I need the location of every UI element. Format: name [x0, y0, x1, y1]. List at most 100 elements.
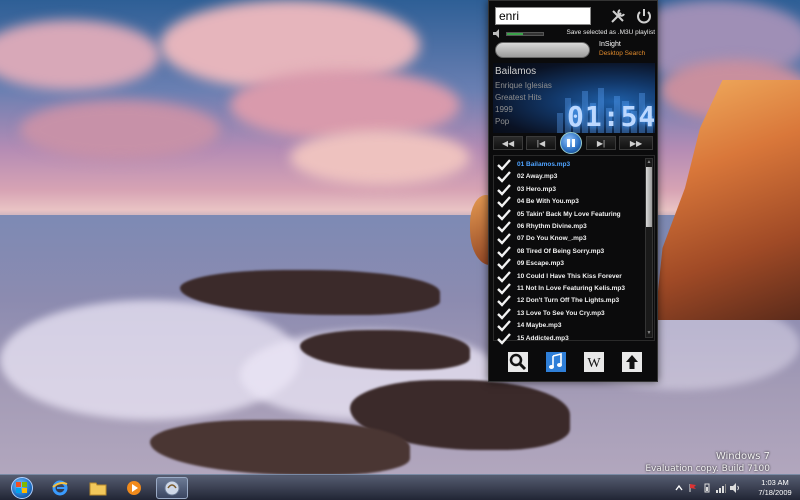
checkbox-checked-icon[interactable]: [497, 295, 511, 308]
playlist-item-label: 09 Escape.mp3: [517, 260, 564, 268]
playlist-scrollbar[interactable]: ▲ ▼: [645, 158, 653, 338]
battery-icon[interactable]: [702, 483, 712, 493]
checkbox-checked-icon[interactable]: [497, 171, 511, 184]
rewind-icon: ◀◀: [501, 138, 515, 148]
desktop-wallpaper: [0, 0, 800, 500]
save-playlist-link[interactable]: Save selected as .M3U playlist: [566, 29, 655, 36]
clock-time: 1:03 AM: [761, 478, 789, 487]
windows-watermark: Windows 7 Evaluation copy. Build 7100: [645, 451, 770, 475]
cloud: [290, 130, 470, 185]
music-player-gadget: Save selected as .M3U playlist InSight D…: [488, 0, 658, 382]
transport-controls: ◀◀ |◀ ▶| ▶▶: [493, 132, 655, 154]
playlist-item-label: 07 Do You Know_.mp3: [517, 235, 587, 243]
upload-button[interactable]: [621, 351, 643, 373]
speaker-icon[interactable]: [493, 29, 503, 38]
elapsed-time: 01:54: [567, 100, 655, 133]
pause-icon: [567, 139, 575, 147]
show-hidden-icons-icon[interactable]: [674, 483, 684, 493]
track-genre: Pop: [495, 117, 510, 126]
checkbox-checked-icon[interactable]: [497, 283, 511, 295]
cliff: [655, 80, 800, 320]
playlist-item-label: 13 Love To See You Cry.mp3: [517, 309, 605, 317]
track-year: 1999: [495, 105, 513, 114]
rewind-button[interactable]: ◀◀: [493, 136, 523, 150]
fast-forward-icon: ▶▶: [629, 138, 643, 148]
playlist-item-label: 05 Takin' Back My Love Featuring: [517, 210, 621, 218]
playlist-item[interactable]: 11 Not In Love Featuring Kelis.mp3: [496, 283, 646, 295]
checkbox-checked-icon[interactable]: [497, 245, 511, 258]
previous-button[interactable]: |◀: [526, 136, 556, 150]
power-icon[interactable]: [633, 6, 655, 26]
checkbox-checked-icon[interactable]: [497, 221, 511, 233]
wikipedia-icon: W: [584, 352, 604, 372]
playlist-item[interactable]: 13 Love To See You Cry.mp3: [496, 307, 646, 320]
cloud: [0, 20, 160, 90]
cloud: [230, 70, 460, 140]
playlist-item-label: 14 Maybe.mp3: [517, 322, 562, 330]
playlist-item[interactable]: 12 Don't Turn Off The Lights.mp3: [496, 295, 646, 308]
playlist-item-label: 10 Could I Have This Kiss Forever: [517, 272, 622, 280]
playlist-item[interactable]: 02 Away.mp3: [496, 171, 646, 184]
playlist-item-label: 03 Hero.mp3: [517, 185, 557, 193]
action-center-flag-icon[interactable]: [688, 483, 698, 493]
checkbox-checked-icon[interactable]: [497, 233, 511, 246]
start-button[interactable]: [2, 475, 42, 500]
wikipedia-button[interactable]: W: [583, 351, 605, 373]
checkbox-checked-icon[interactable]: [497, 307, 511, 320]
scroll-thumb[interactable]: [646, 167, 652, 227]
playlist-item[interactable]: 14 Maybe.mp3: [496, 320, 646, 332]
previous-icon: |◀: [536, 138, 546, 148]
taskbar-clock[interactable]: 1:03 AM 7/18/2009: [752, 478, 798, 498]
playlist-item-label: 06 Rhythm Divine.mp3: [517, 223, 587, 230]
search-button[interactable]: [507, 351, 529, 373]
volume-slider[interactable]: [506, 32, 544, 36]
pause-button[interactable]: [560, 132, 582, 154]
volume-icon[interactable]: [730, 483, 740, 493]
playlist-item[interactable]: 05 Takin' Back My Love Featuring: [496, 208, 646, 221]
checkbox-checked-icon[interactable]: [497, 196, 511, 208]
insight-search-field[interactable]: [495, 42, 590, 58]
playlist-item-label: 15 Addicted.mp3: [517, 334, 569, 342]
tools-icon[interactable]: [607, 6, 629, 26]
taskbar-file-explorer[interactable]: [82, 477, 114, 499]
music-library-button[interactable]: [545, 351, 567, 373]
checkbox-checked-icon[interactable]: [497, 270, 511, 283]
taskbar-internet-explorer[interactable]: [44, 477, 76, 499]
insight-desktop-search-link[interactable]: Desktop Search: [599, 50, 645, 57]
playlist-item[interactable]: 09 Escape.mp3: [496, 258, 646, 270]
checkbox-checked-icon[interactable]: [497, 183, 511, 196]
playlist-item[interactable]: 10 Could I Have This Kiss Forever: [496, 270, 646, 283]
checkbox-checked-icon[interactable]: [497, 332, 511, 345]
playlist-item[interactable]: 06 Rhythm Divine.mp3: [496, 221, 646, 233]
taskbar-gadget-app[interactable]: [156, 477, 188, 499]
media-player-icon: [127, 481, 141, 495]
fast-forward-button[interactable]: ▶▶: [619, 136, 653, 150]
playlist-item-label: 01 Bailamos.mp3: [517, 161, 571, 168]
scroll-up-icon[interactable]: ▲: [646, 159, 652, 166]
checkbox-checked-icon[interactable]: [497, 208, 511, 221]
internet-explorer-icon: [52, 480, 68, 496]
network-signal-icon[interactable]: [716, 483, 726, 493]
cloud: [20, 100, 220, 160]
playlist-item[interactable]: 07 Do You Know_.mp3: [496, 233, 646, 246]
playlist-item[interactable]: 15 Addicted.mp3: [496, 332, 646, 345]
wikipedia-letter: W: [587, 356, 601, 371]
search-input[interactable]: [495, 7, 591, 25]
taskbar: 1:03 AM 7/18/2009: [0, 474, 800, 500]
checkbox-checked-icon[interactable]: [497, 159, 511, 171]
playlist-item[interactable]: 03 Hero.mp3: [496, 183, 646, 196]
windows-logo-icon: [11, 477, 33, 499]
playlist-item[interactable]: 04 Be With You.mp3: [496, 196, 646, 208]
scroll-down-icon[interactable]: ▼: [646, 330, 652, 337]
insight-title: InSight: [599, 41, 621, 48]
taskbar-media-player[interactable]: [118, 477, 150, 499]
playlist: ▲ ▼ 01 Bailamos.mp3 02 Away.mp3 03 Hero.mp…: [493, 155, 655, 345]
playlist-item-label: 04 Be With You.mp3: [517, 198, 579, 206]
playlist-item-label: 11 Not In Love Featuring Kelis.mp3: [517, 285, 625, 292]
playlist-item[interactable]: 08 Tired Of Being Sorry.mp3: [496, 245, 646, 258]
next-button[interactable]: ▶|: [586, 136, 616, 150]
playlist-item[interactable]: 01 Bailamos.mp3: [496, 159, 646, 171]
checkbox-checked-icon[interactable]: [497, 320, 511, 332]
checkbox-checked-icon[interactable]: [497, 258, 511, 270]
volume-row: Save selected as .M3U playlist: [493, 28, 655, 40]
